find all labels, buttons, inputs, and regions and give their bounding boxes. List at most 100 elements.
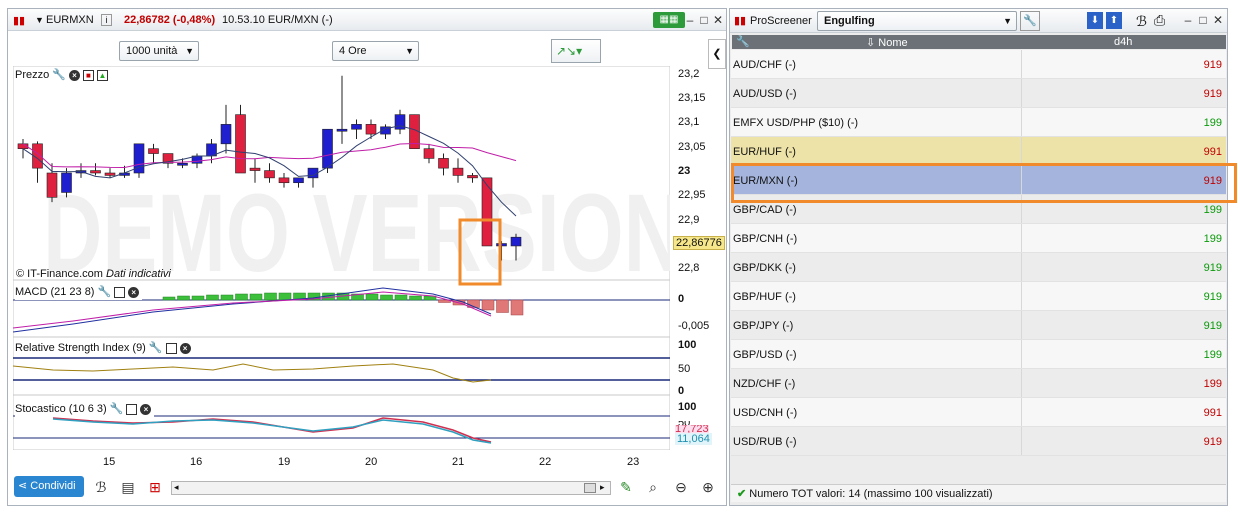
screener-row-value: 199 [1203,117,1222,129]
preset-select-value: Engulfing [824,15,875,27]
window-icon[interactable] [114,287,126,298]
window-icon[interactable] [165,343,177,354]
wrench-icon[interactable]: 🔧 [97,285,111,300]
screener-row[interactable]: NZD/CHF (-) 199 [731,369,1226,398]
dropdown-arrow-icon[interactable]: ▼ [35,15,44,25]
screener-row[interactable]: AUD/USD (-) 919 [731,79,1226,108]
remove-icon[interactable]: ■ [82,70,94,81]
candle-body [235,114,246,174]
settings-icon[interactable]: ℬ [1136,13,1147,30]
list-tool-icon[interactable]: ▤ [119,478,137,496]
screener-row-value: 199 [1203,349,1222,361]
screener-row[interactable]: GBP/DKK (-) 919 [731,253,1226,282]
close-icon[interactable]: × [128,287,140,298]
close-button[interactable]: ✕ [711,13,725,27]
wrench-icon[interactable]: 🔧 [149,341,163,356]
price-pane-header: Prezzo 🔧 × ■ ▲ [15,68,111,83]
screener-title: ProScreener [750,15,812,27]
units-select[interactable]: 1000 unità ▼ [119,41,199,61]
indicator-tools-button[interactable]: ↗↘▾ [551,39,601,63]
column-name-header[interactable]: ⇩ Nome [866,36,908,49]
minimize-button[interactable]: – [1181,13,1195,27]
zoom-fit-icon[interactable]: ⌕ [644,478,662,496]
screener-row-name: EMFX USD/PHP ($10) (-) [733,117,859,129]
rsi-label: Relative Strength Index (9) [15,342,146,354]
copyright-label: © IT-Finance.com [16,268,103,280]
column-divider [1021,369,1022,397]
candle-body [264,170,275,179]
screener-row[interactable]: GBP/JPY (-) 919 [731,311,1226,340]
screener-row-value: 199 [1203,204,1222,216]
screener-row-name: GBP/CNH (-) [733,233,798,245]
add-icon[interactable]: ▲ [96,70,108,81]
column-value-header[interactable]: d4h [1114,36,1132,48]
zoom-in-icon[interactable]: ⊕ [699,478,717,496]
screener-row-value: 919 [1203,320,1222,332]
screener-row[interactable]: GBP/CNH (-) 199 [731,224,1226,253]
scroll-left-icon[interactable]: ◂ [174,482,179,493]
screener-row[interactable]: USD/CNH (-) 991 [731,398,1226,427]
zoom-out-icon[interactable]: ⊖ [672,478,690,496]
stoch-value-k: 17,723 [675,425,709,433]
close-icon[interactable]: × [179,343,191,354]
candle-body [90,170,101,174]
macd-histogram-bar [394,294,408,301]
candle-body [177,162,188,166]
candle-body [438,158,449,169]
order-tool-icon[interactable]: ⊞ [146,478,164,496]
wrench-icon[interactable]: 🔧 [110,402,124,417]
column-divider [1021,253,1022,281]
macd-axis-zero: 0 [678,293,685,305]
maximize-button[interactable]: □ [697,13,711,27]
screener-row-value: 919 [1203,291,1222,303]
scroll-right-icon[interactable]: ▸ [600,482,605,493]
info-icon[interactable]: i [101,14,112,26]
fibonacci-tool-icon[interactable]: ℬ [92,478,110,496]
time-axis-label: 19 [278,456,291,468]
candle-body [365,124,377,135]
column-divider [1021,137,1022,165]
screener-row-name: NZD/CHF (-) [733,378,796,390]
close-icon[interactable]: × [140,404,152,415]
candle-body [249,167,261,171]
screener-row[interactable]: EMFX USD/PHP ($10) (-) 199 [731,108,1226,137]
print-icon[interactable]: ⎙ [1154,12,1165,29]
sort-up-icon[interactable]: ⬆ [1106,12,1122,29]
symbol-label[interactable]: EURMXN [46,14,94,26]
screener-row-name: EUR/HUF (-) [733,146,796,158]
chevron-down-icon: ▼ [185,46,194,56]
maximize-button[interactable]: □ [1196,13,1210,27]
drawing-tool-icon[interactable]: ✎ [617,478,635,496]
preset-select[interactable]: Engulfing ▼ [817,11,1017,31]
close-button[interactable]: ✕ [1211,13,1225,27]
screener-row-value: 919 [1203,88,1222,100]
column-divider [1021,340,1022,368]
chart-canvas[interactable]: DEMO VERSION [13,66,670,450]
keyboard-icon[interactable]: ▦▦ [653,12,685,28]
screener-row[interactable]: USD/RUB (-) 919 [731,427,1226,456]
screener-row-name: GBP/JPY (-) [733,320,794,332]
screener-row[interactable]: EUR/HUF (-) 991 [731,137,1226,166]
horizontal-scrollbar[interactable]: ◂ ▸ [171,481,611,495]
timeframe-select[interactable]: 4 Ore ▼ [332,41,419,61]
rsi-axis-100: 100 [678,339,697,351]
column-divider [1021,224,1022,252]
time-axis-label: 22 [539,456,552,468]
macd-histogram-bar [235,293,248,301]
wrench-icon[interactable]: 🔧 [736,35,750,48]
wrench-icon[interactable]: 🔧 [52,68,66,83]
collapse-panel-button[interactable]: ❮ [708,39,726,69]
screener-row[interactable]: AUD/CHF (-) 919 [731,50,1226,79]
macd-pane-header: MACD (21 23 8) 🔧 × [15,285,143,300]
wrench-icon[interactable]: 🔧 [1020,11,1040,31]
candle-body [61,172,72,193]
sort-down-icon[interactable]: ⬇ [1087,12,1103,29]
close-icon[interactable]: × [68,70,80,81]
screener-row[interactable]: GBP/HUF (-) 919 [731,282,1226,311]
status-bar: ✔ Numero TOT valori: 14 (massimo 100 vis… [731,484,1226,502]
minimize-button[interactable]: – [683,13,697,27]
screener-row[interactable]: GBP/USD (-) 199 [731,340,1226,369]
scroll-thumb[interactable] [584,483,596,493]
window-icon[interactable] [126,404,138,415]
share-button[interactable]: ⋖ Condividi [14,476,84,497]
